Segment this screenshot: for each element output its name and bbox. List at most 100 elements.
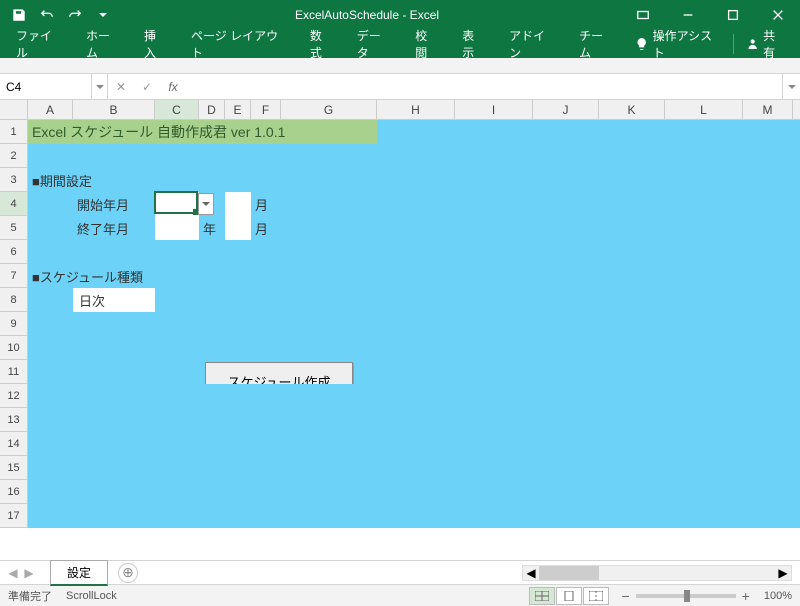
- qat-save-button[interactable]: [8, 4, 30, 26]
- scroll-right-button[interactable]: ▶: [775, 566, 791, 580]
- view-normal-button[interactable]: [529, 587, 555, 605]
- row-header-8[interactable]: 8: [0, 288, 28, 312]
- start-year-dropdown[interactable]: [198, 193, 214, 215]
- row-header-15[interactable]: 15: [0, 456, 28, 480]
- row-header-2[interactable]: 2: [0, 144, 28, 168]
- ribbon-tab-insert[interactable]: 挿入: [132, 30, 179, 58]
- ribbon-tab-view[interactable]: 表示: [450, 30, 497, 58]
- row-header-13[interactable]: 13: [0, 408, 28, 432]
- row-4-cells[interactable]: 開始年月月: [28, 192, 800, 216]
- qat-redo-button[interactable]: [64, 4, 86, 26]
- ribbon-tab-formulas[interactable]: 数式: [298, 30, 345, 58]
- column-header-L[interactable]: L: [665, 100, 743, 119]
- close-button[interactable]: [755, 0, 800, 30]
- ribbon-display-button[interactable]: [620, 0, 665, 30]
- row-header-10[interactable]: 10: [0, 336, 28, 360]
- qat-undo-button[interactable]: [36, 4, 58, 26]
- close-icon: [771, 8, 785, 22]
- row-header-17[interactable]: 17: [0, 504, 28, 528]
- status-ready: 準備完了: [8, 588, 52, 604]
- row-6-cells[interactable]: [28, 240, 800, 264]
- row-8-cells[interactable]: 日次: [28, 288, 800, 312]
- row-header-6[interactable]: 6: [0, 240, 28, 264]
- ribbon-tab-home[interactable]: ホーム: [74, 30, 132, 58]
- cancel-formula-button[interactable]: ✕: [108, 80, 134, 94]
- ribbon-tab-team[interactable]: チーム: [567, 30, 625, 58]
- row-header-11[interactable]: 11: [0, 360, 28, 384]
- chevron-down-icon: [96, 83, 104, 91]
- row-7-cells[interactable]: ■スケジュール種類: [28, 264, 800, 288]
- row-9-cells[interactable]: [28, 312, 800, 336]
- insert-function-button[interactable]: fx: [160, 80, 186, 94]
- tab-nav-prev[interactable]: ◀: [6, 566, 20, 580]
- formula-input[interactable]: [186, 74, 782, 99]
- ribbon-tab-page-layout[interactable]: ページ レイアウト: [179, 30, 298, 58]
- column-header-D[interactable]: D: [199, 100, 225, 119]
- row-2-cells[interactable]: [28, 144, 800, 168]
- select-all-corner[interactable]: [0, 100, 28, 119]
- row-header-16[interactable]: 16: [0, 480, 28, 504]
- row-header-14[interactable]: 14: [0, 432, 28, 456]
- row-15-cells[interactable]: [28, 456, 800, 480]
- row-header-1[interactable]: 1: [0, 120, 28, 144]
- row-1-cells[interactable]: Excel スケジュール 自動作成君 ver 1.0.1: [28, 120, 800, 144]
- row-11-cells[interactable]: スケジュール作成: [28, 360, 800, 384]
- row-14-cells[interactable]: [28, 432, 800, 456]
- cell-E4-white: [225, 192, 251, 216]
- zoom-out-button[interactable]: −: [621, 588, 629, 604]
- column-header-M[interactable]: M: [743, 100, 793, 119]
- row-16-cells[interactable]: [28, 480, 800, 504]
- ribbon-tab-review[interactable]: 校閲: [403, 30, 450, 58]
- expand-formula-bar[interactable]: [782, 74, 800, 99]
- row-header-9[interactable]: 9: [0, 312, 28, 336]
- worksheet[interactable]: ABCDEFGHIJKLM 1Excel スケジュール 自動作成君 ver 1.…: [0, 100, 800, 560]
- row-header-7[interactable]: 7: [0, 264, 28, 288]
- column-header-E[interactable]: E: [225, 100, 251, 119]
- tab-nav-next[interactable]: ▶: [22, 566, 36, 580]
- enter-formula-button[interactable]: ✓: [134, 80, 160, 94]
- row-12-cells[interactable]: [28, 384, 800, 408]
- chevron-down-icon: [202, 200, 210, 208]
- add-sheet-button[interactable]: ⊕: [118, 563, 138, 583]
- ribbon-tab-data[interactable]: データ: [345, 30, 403, 58]
- scroll-thumb[interactable]: [539, 566, 599, 580]
- qat-customize-button[interactable]: [92, 4, 114, 26]
- row-header-5[interactable]: 5: [0, 216, 28, 240]
- column-header-J[interactable]: J: [533, 100, 599, 119]
- column-header-B[interactable]: B: [73, 100, 155, 119]
- horizontal-scrollbar[interactable]: ◀ ▶: [522, 565, 792, 581]
- column-header-K[interactable]: K: [599, 100, 665, 119]
- start-year-month-label: 開始年月: [77, 192, 129, 216]
- column-header-A[interactable]: A: [28, 100, 73, 119]
- row-header-3[interactable]: 3: [0, 168, 28, 192]
- schedule-type-value: 日次: [79, 288, 105, 312]
- column-header-H[interactable]: H: [377, 100, 455, 119]
- x-icon: ✕: [116, 80, 126, 94]
- tell-me-button[interactable]: 操作アシスト: [625, 30, 731, 58]
- ribbon-tab-addins[interactable]: アドイン: [497, 30, 567, 58]
- name-box-dropdown[interactable]: [92, 74, 108, 99]
- row-5-cells[interactable]: 終了年月年月: [28, 216, 800, 240]
- name-box[interactable]: C4: [0, 74, 92, 99]
- row-17-cells[interactable]: [28, 504, 800, 528]
- maximize-button[interactable]: [710, 0, 755, 30]
- row-header-12[interactable]: 12: [0, 384, 28, 408]
- share-button[interactable]: 共有: [736, 30, 796, 58]
- scroll-left-button[interactable]: ◀: [523, 566, 539, 580]
- minimize-button[interactable]: [665, 0, 710, 30]
- zoom-in-button[interactable]: +: [742, 588, 750, 604]
- row-3-cells[interactable]: ■期間設定: [28, 168, 800, 192]
- zoom-slider[interactable]: [636, 594, 736, 598]
- view-page-break-button[interactable]: [583, 587, 609, 605]
- sheet-tab-settings[interactable]: 設定: [50, 560, 108, 586]
- row-13-cells[interactable]: [28, 408, 800, 432]
- row-10-cells[interactable]: [28, 336, 800, 360]
- row-header-4[interactable]: 4: [0, 192, 28, 216]
- column-header-I[interactable]: I: [455, 100, 533, 119]
- ribbon-tab-file[interactable]: ファイル: [4, 30, 74, 58]
- active-cell-C4[interactable]: [154, 191, 198, 214]
- column-header-G[interactable]: G: [281, 100, 377, 119]
- column-header-C[interactable]: C: [155, 100, 199, 119]
- column-header-F[interactable]: F: [251, 100, 281, 119]
- view-page-layout-button[interactable]: [556, 587, 582, 605]
